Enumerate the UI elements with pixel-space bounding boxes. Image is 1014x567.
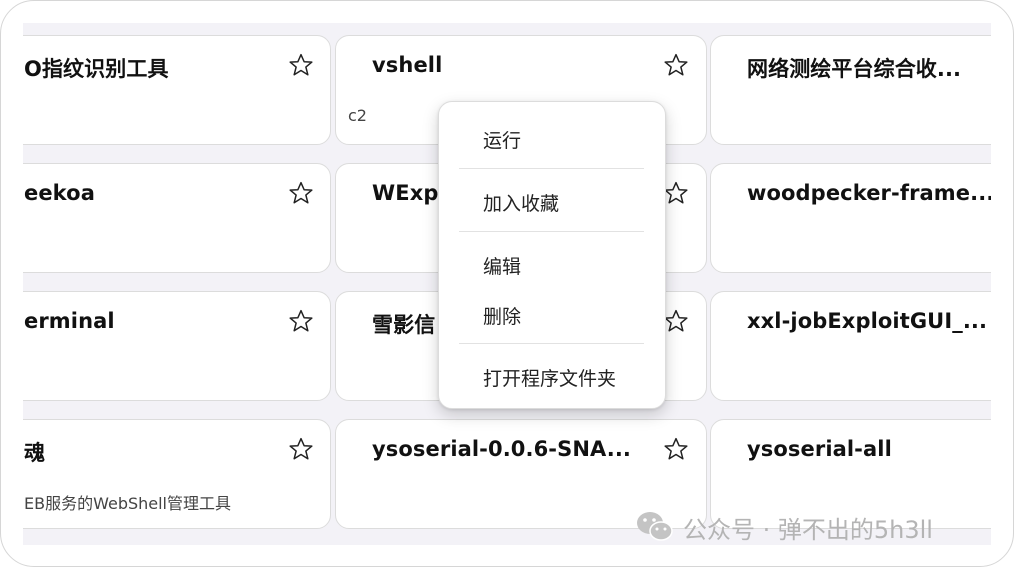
star-icon[interactable] bbox=[663, 436, 689, 462]
tool-card-title: 雪影信 bbox=[372, 313, 436, 337]
tool-card-title: ysoserial-0.0.6-SNA... bbox=[372, 437, 631, 461]
tool-card-title: WExpl bbox=[372, 181, 446, 205]
tool-card-title: eekoa bbox=[24, 181, 95, 205]
tool-card[interactable]: eekoa bbox=[23, 163, 331, 273]
tool-card[interactable]: 魂 EB服务的WebShell管理工具 bbox=[23, 419, 331, 529]
menu-divider bbox=[459, 168, 644, 169]
star-icon[interactable] bbox=[288, 308, 314, 334]
tool-card-title: woodpecker-frame... bbox=[747, 181, 991, 205]
menu-item-run[interactable]: 运行 bbox=[483, 126, 521, 153]
tool-card-description: c2 bbox=[348, 106, 367, 125]
menu-item-open-folder[interactable]: 打开程序文件夹 bbox=[483, 364, 616, 391]
tool-card[interactable]: 网络测绘平台综合收... bbox=[710, 35, 991, 145]
star-icon[interactable] bbox=[288, 52, 314, 78]
star-icon[interactable] bbox=[288, 180, 314, 206]
screenshot-frame: O指纹识别工具 vshell c2 网络测绘平台综合收... eekoa WEx… bbox=[0, 0, 1014, 567]
tool-card[interactable]: woodpecker-frame... bbox=[710, 163, 991, 273]
star-icon[interactable] bbox=[663, 308, 689, 334]
tool-card-title: 网络测绘平台综合收... bbox=[747, 57, 962, 81]
menu-item-edit[interactable]: 编辑 bbox=[483, 252, 521, 279]
tool-card-description: EB服务的WebShell管理工具 bbox=[24, 494, 232, 513]
tool-card-title: 魂 bbox=[24, 441, 46, 465]
menu-item-delete[interactable]: 删除 bbox=[483, 302, 521, 329]
menu-divider bbox=[459, 343, 644, 344]
tool-card[interactable]: O指纹识别工具 bbox=[23, 35, 331, 145]
wechat-icon bbox=[637, 512, 673, 541]
tool-card-title: xxl-jobExploitGUI_... bbox=[747, 309, 988, 333]
tool-card-title: O指纹识别工具 bbox=[24, 57, 169, 81]
tool-card[interactable]: xxl-jobExploitGUI_... bbox=[710, 291, 991, 401]
watermark-text: 公众号 · 弹不出的5h3ll bbox=[683, 515, 933, 544]
star-icon[interactable] bbox=[288, 436, 314, 462]
star-icon[interactable] bbox=[663, 180, 689, 206]
menu-divider bbox=[459, 231, 644, 232]
tool-card-title: vshell bbox=[372, 53, 443, 77]
menu-item-add-favorite[interactable]: 加入收藏 bbox=[483, 189, 559, 216]
context-menu: 运行 加入收藏 编辑 删除 打开程序文件夹 bbox=[438, 101, 666, 409]
star-icon[interactable] bbox=[663, 52, 689, 78]
tool-card-title: ysoserial-all bbox=[747, 437, 892, 461]
tool-card[interactable]: erminal bbox=[23, 291, 331, 401]
watermark: 公众号 · 弹不出的5h3ll bbox=[635, 509, 933, 545]
tool-card-title: erminal bbox=[24, 309, 115, 333]
